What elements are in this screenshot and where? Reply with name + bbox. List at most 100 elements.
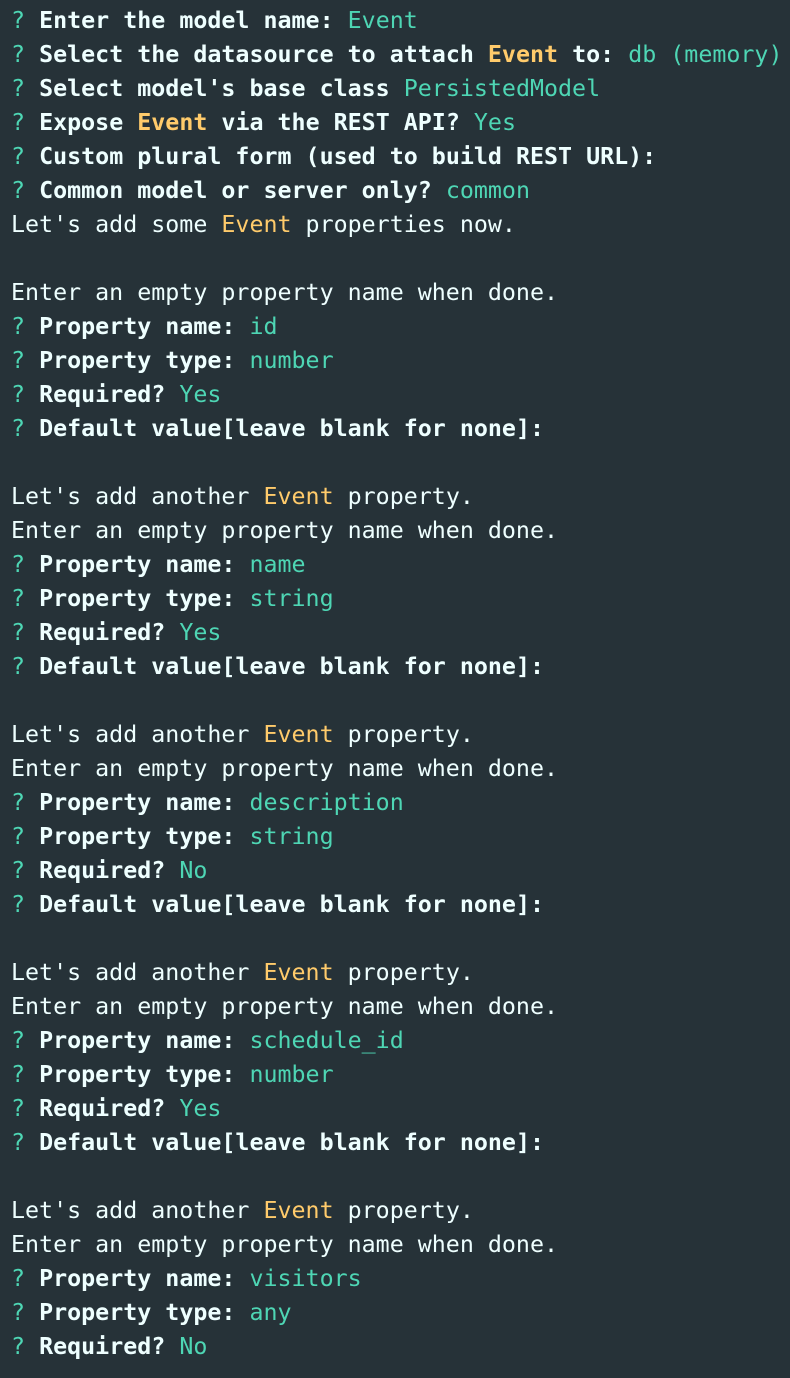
prompt-mark: ? (11, 41, 26, 68)
property-name-line: ? Property name: name (11, 548, 790, 582)
prompt-mark: ? (11, 1265, 26, 1292)
terminal-output: ? Enter the model name: Event? Select th… (0, 0, 790, 1378)
required-label: Required? (39, 857, 180, 884)
intro-text: Let's add another (11, 721, 264, 748)
default-value-label: Default value[leave blank for none]: (39, 891, 544, 918)
property-type-label: Property type: (39, 347, 250, 374)
property-type-value: number (249, 347, 334, 374)
another-property-line: Let's add another Event property. (11, 480, 790, 514)
empty-hint-line: Enter an empty property name when done. (11, 514, 790, 548)
property-type-value: any (249, 1299, 292, 1326)
intro-text: property. (333, 1197, 474, 1224)
prompt-text: via the REST API? (207, 109, 474, 136)
property-type-line: ? Property type: number (11, 344, 790, 378)
property-name-label: Property name: (39, 313, 250, 340)
default-value-line: ? Default value[leave blank for none]: (11, 1126, 790, 1160)
prompt-text: Common model or server only? (39, 177, 446, 204)
property-type-value: string (249, 585, 334, 612)
intro-line: Let's add some Event properties now. (11, 208, 790, 242)
model-prompt-line: ? Enter the model name: Event (11, 4, 790, 38)
prompt-mark: ? (11, 177, 26, 204)
model-name-highlight: Event (263, 959, 334, 986)
model-name-highlight: Event (221, 211, 292, 238)
required-label: Required? (39, 381, 180, 408)
model-name-highlight: Event (137, 109, 208, 136)
required-line: ? Required? Yes (11, 1092, 790, 1126)
model-prompt-line: ? Select model's base class PersistedMod… (11, 72, 790, 106)
property-type-label: Property type: (39, 1299, 250, 1326)
required-value: Yes (179, 1095, 222, 1122)
model-name-highlight: Event (263, 483, 334, 510)
prompt-text: Custom plural form (used to build REST U… (39, 143, 657, 170)
property-name-value: description (249, 789, 404, 816)
prompt-text: Select model's base class (39, 75, 404, 102)
model-prompt-line: ? Expose Event via the REST API? Yes (11, 106, 790, 140)
property-type-label: Property type: (39, 823, 250, 850)
prompt-mark: ? (11, 381, 26, 408)
prompt-mark: ? (11, 1061, 26, 1088)
property-type-line: ? Property type: string (11, 582, 790, 616)
prompt-text: Select the datasource to attach (39, 41, 488, 68)
required-value: No (179, 1333, 208, 1360)
hint-text: Enter an empty property name when done. (11, 1231, 559, 1258)
intro-text: properties now. (291, 211, 516, 238)
property-name-value: visitors (249, 1265, 362, 1292)
prompt-mark: ? (11, 823, 26, 850)
prompt-text: Expose (39, 109, 138, 136)
empty-hint-line: Enter an empty property name when done. (11, 1228, 790, 1262)
prompt-mark: ? (11, 347, 26, 374)
empty-hint-line: Enter an empty property name when done. (11, 276, 790, 310)
required-label: Required? (39, 1333, 180, 1360)
property-type-line: ? Property type: string (11, 820, 790, 854)
prompt-mark: ? (11, 415, 26, 442)
property-type-line: ? Property type: number (11, 1058, 790, 1092)
property-name-value: schedule_id (249, 1027, 404, 1054)
property-name-line: ? Property name: schedule_id (11, 1024, 790, 1058)
default-value-line: ? Default value[leave blank for none]: (11, 888, 790, 922)
prompt-answer: db (memory) (628, 41, 783, 68)
required-line: ? Required? Yes (11, 616, 790, 650)
property-name-line: ? Property name: visitors (11, 1262, 790, 1296)
prompt-mark: ? (11, 789, 26, 816)
required-value: No (179, 857, 208, 884)
intro-text: Let's add some (11, 211, 222, 238)
model-name-highlight: Event (263, 1197, 334, 1224)
model-prompt-line: ? Custom plural form (used to build REST… (11, 140, 790, 174)
property-type-line: ? Property type: any (11, 1296, 790, 1330)
required-line: ? Required? Yes (11, 378, 790, 412)
prompt-mark: ? (11, 1299, 26, 1326)
property-name-label: Property name: (39, 1265, 250, 1292)
prompt-mark: ? (11, 7, 26, 34)
intro-text: property. (333, 483, 474, 510)
hint-text: Enter an empty property name when done. (11, 279, 559, 306)
required-line: ? Required? No (11, 1330, 790, 1364)
property-name-label: Property name: (39, 1027, 250, 1054)
prompt-answer: Event (347, 7, 418, 34)
prompt-mark: ? (11, 143, 26, 170)
intro-text: property. (333, 721, 474, 748)
default-value-line: ? Default value[leave blank for none]: (11, 650, 790, 684)
property-name-line: ? Property name: description (11, 786, 790, 820)
another-property-line: Let's add another Event property. (11, 956, 790, 990)
hint-text: Enter an empty property name when done. (11, 517, 559, 544)
intro-text: Let's add another (11, 1197, 264, 1224)
intro-text: Let's add another (11, 959, 264, 986)
prompt-mark: ? (11, 1095, 26, 1122)
empty-hint-line: Enter an empty property name when done. (11, 990, 790, 1024)
prompt-text: Enter the model name: (39, 7, 348, 34)
required-value: Yes (179, 619, 222, 646)
another-property-line: Let's add another Event property. (11, 1194, 790, 1228)
default-value-label: Default value[leave blank for none]: (39, 1129, 544, 1156)
prompt-mark: ? (11, 109, 26, 136)
prompt-mark: ? (11, 313, 26, 340)
prompt-mark: ? (11, 585, 26, 612)
required-line: ? Required? No (11, 854, 790, 888)
prompt-mark: ? (11, 653, 26, 680)
prompt-answer: Yes (473, 109, 516, 136)
prompt-mark: ? (11, 891, 26, 918)
prompt-mark: ? (11, 1333, 26, 1360)
required-label: Required? (39, 1095, 180, 1122)
